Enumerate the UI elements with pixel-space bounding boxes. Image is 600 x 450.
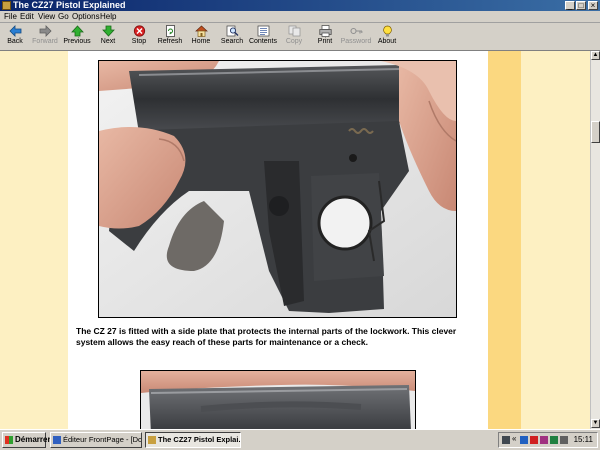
password-button[interactable]: Password [339, 24, 373, 49]
refresh-button[interactable]: Refresh [153, 24, 187, 49]
password-label: Password [340, 38, 372, 45]
right-margin-stripe [521, 51, 590, 429]
about-button[interactable]: About [370, 24, 404, 49]
network-icon[interactable] [502, 436, 510, 444]
forward-label: Forward [32, 38, 58, 45]
photo-caption: The CZ 27 is fitted with a side plate th… [76, 326, 457, 347]
tray-status-icon[interactable] [550, 436, 558, 444]
copy-label: Copy [285, 38, 303, 45]
search-label: Search [220, 38, 244, 45]
maximize-button[interactable]: □ [576, 1, 586, 10]
stop-button[interactable]: Stop [122, 24, 156, 49]
stop-label: Stop [131, 38, 147, 45]
system-tray: « 15:11 [498, 432, 598, 448]
vertical-scrollbar[interactable]: ▲ ▼ [590, 51, 600, 429]
help-book-icon [148, 436, 156, 444]
right-accent-stripe [488, 51, 521, 429]
forward-arrow-icon [39, 25, 52, 37]
previous-button[interactable]: Previous [60, 24, 94, 49]
menu-view[interactable]: View [38, 11, 55, 22]
windows-logo-icon [5, 436, 13, 444]
about-label: About [377, 38, 397, 45]
key-icon [349, 27, 362, 35]
home-label: Home [191, 38, 211, 45]
refresh-label: Refresh [157, 38, 183, 45]
search-button[interactable]: Search [215, 24, 249, 49]
menu-edit[interactable]: Edit [20, 11, 34, 22]
task-cz27-help[interactable]: The CZ27 Pistol Explai... [145, 432, 241, 448]
refresh-icon [165, 25, 175, 37]
forward-button[interactable]: Forward [28, 24, 62, 49]
toolbar: Back Forward Previous Next Stop Refresh … [0, 23, 600, 51]
antivirus-icon[interactable] [530, 436, 538, 444]
home-button[interactable]: Home [184, 24, 218, 49]
start-label: Démarrer [15, 435, 51, 444]
search-icon [226, 25, 238, 37]
tray-app-icon[interactable] [520, 436, 528, 444]
scroll-thumb[interactable] [591, 121, 600, 143]
pistol-lockwork-photo [98, 60, 457, 318]
task-frontpage-label: Éditeur FrontPage - [Do... [63, 435, 142, 444]
next-arrow-icon [101, 25, 115, 37]
stop-icon [133, 25, 145, 37]
messenger-icon[interactable] [540, 436, 548, 444]
copy-icon [288, 25, 300, 37]
print-label: Print [317, 38, 333, 45]
task-cz27-label: The CZ27 Pistol Explai... [158, 435, 241, 444]
pistol-slide-photo [140, 370, 416, 429]
print-icon [318, 25, 332, 37]
start-button[interactable]: Démarrer [2, 432, 51, 448]
taskbar: Démarrer Éditeur FrontPage - [Do... The … [0, 429, 600, 450]
about-icon [382, 25, 392, 37]
previous-label: Previous [63, 38, 91, 45]
print-button[interactable]: Print [308, 24, 342, 49]
volume-icon[interactable] [560, 436, 568, 444]
clock[interactable]: 15:11 [574, 433, 593, 447]
back-arrow-icon [8, 25, 21, 37]
contents-button[interactable]: Contents [246, 24, 280, 49]
copy-button[interactable]: Copy [277, 24, 311, 49]
home-icon [194, 25, 208, 37]
contents-icon [257, 25, 269, 37]
chevron-left-icon[interactable]: « [512, 435, 520, 443]
menu-file[interactable]: File [4, 11, 17, 22]
title-bar[interactable]: The CZ27 Pistol Explained _ □ × [0, 0, 600, 11]
menu-help[interactable]: Help [100, 11, 116, 22]
frontpage-icon [53, 436, 61, 444]
scroll-down-arrow-icon[interactable]: ▼ [591, 419, 600, 428]
close-button[interactable]: × [588, 1, 598, 10]
next-button[interactable]: Next [91, 24, 125, 49]
previous-arrow-icon [70, 25, 84, 37]
next-label: Next [100, 38, 116, 45]
menu-go[interactable]: Go [58, 11, 69, 22]
task-frontpage[interactable]: Éditeur FrontPage - [Do... [50, 432, 142, 448]
content-viewport[interactable]: The CZ 27 is fitted with a side plate th… [0, 51, 590, 429]
window-title: The CZ27 Pistol Explained [13, 0, 126, 10]
contents-label: Contents [248, 38, 278, 45]
scroll-up-arrow-icon[interactable]: ▲ [591, 51, 600, 60]
menu-bar: File Edit View Go Options Help [0, 11, 600, 23]
app-icon [2, 1, 11, 10]
menu-options[interactable]: Options [72, 11, 100, 22]
minimize-button[interactable]: _ [565, 1, 575, 10]
left-margin-stripe [0, 51, 68, 429]
